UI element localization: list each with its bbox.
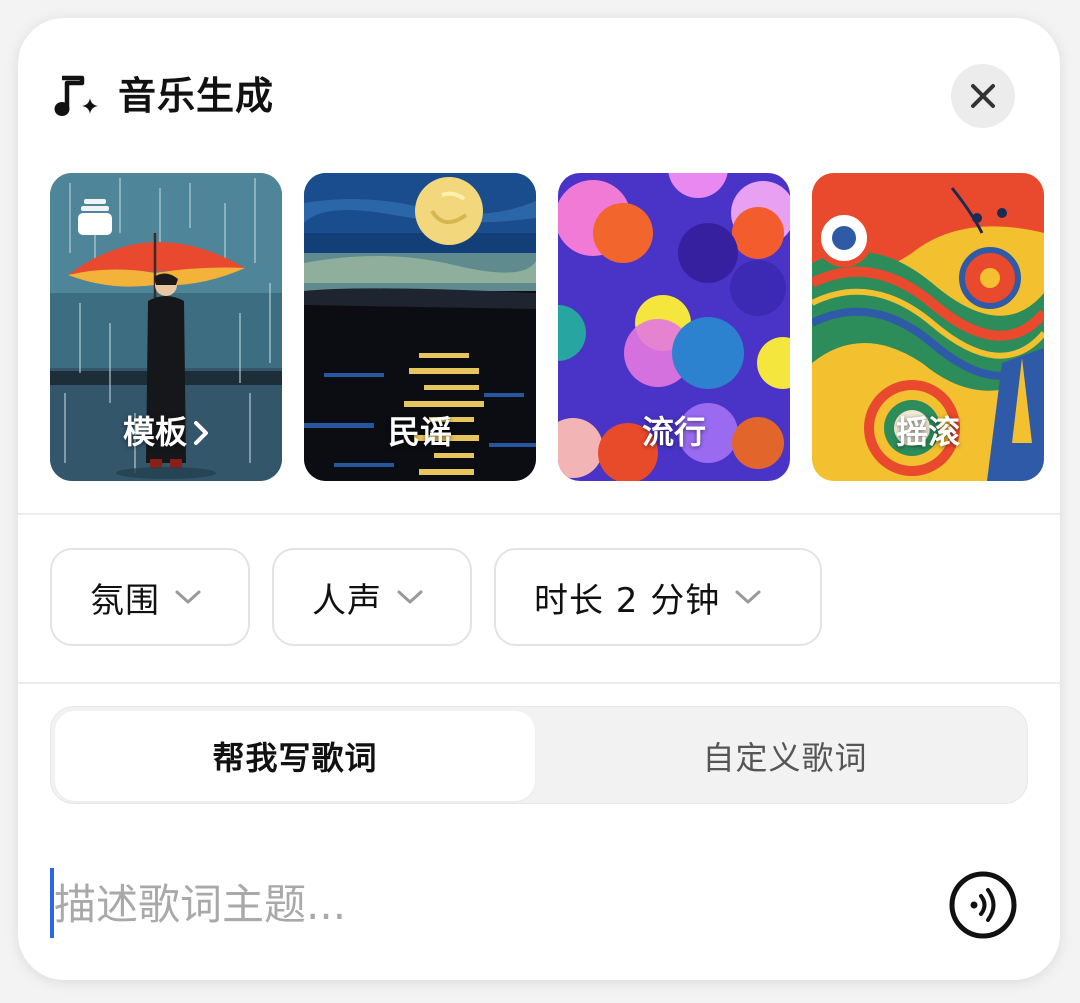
card-template-label: 模板 (122, 413, 187, 451)
mood-dropdown[interactable]: 氛围 (50, 548, 250, 646)
chevron-down-icon (735, 590, 761, 604)
divider (18, 513, 1060, 515)
card-folk[interactable]: 民谣 (304, 173, 536, 481)
header: 音乐生成 (18, 18, 1060, 168)
chevron-right-icon (193, 413, 209, 451)
tab-write-lyrics-for-me[interactable]: 帮我写歌词 (55, 711, 535, 801)
style-cards: 模板 民谣 流行 摇滚 (50, 173, 1060, 483)
page-title: 音乐生成 (118, 74, 275, 118)
close-button[interactable] (951, 64, 1015, 128)
card-template[interactable]: 模板 (50, 173, 282, 481)
music-generation-panel: 音乐生成 模板 民谣 流行 摇滚 氛围 人声 时长 2 分钟 帮我写歌词 自定义… (18, 18, 1060, 980)
card-rock-label: 摇滚 (895, 413, 960, 451)
tab-write-lyrics-label: 帮我写歌词 (212, 739, 378, 777)
tab-custom-lyrics[interactable]: 自定义歌词 (545, 711, 1025, 801)
mood-label: 氛围 (90, 580, 160, 621)
vocal-dropdown[interactable]: 人声 (272, 548, 472, 646)
card-pop-label: 流行 (641, 413, 706, 451)
duration-label: 时长 2 分钟 (534, 580, 721, 621)
tab-custom-lyrics-label: 自定义歌词 (702, 739, 868, 777)
divider (18, 682, 1060, 684)
card-folk-label: 民谣 (387, 413, 452, 451)
card-pop[interactable]: 流行 (558, 173, 790, 481)
lyric-theme-input[interactable] (54, 864, 914, 944)
close-icon (971, 84, 995, 108)
duration-dropdown[interactable]: 时长 2 分钟 (494, 548, 822, 646)
vocal-label: 人声 (312, 580, 382, 621)
lyrics-mode-toggle: 帮我写歌词 自定义歌词 (50, 706, 1028, 804)
card-rock[interactable]: 摇滚 (812, 173, 1044, 481)
voice-input-icon[interactable] (948, 870, 1018, 940)
chevron-down-icon (397, 590, 423, 604)
music-note-sparkle-icon (54, 75, 98, 116)
chevron-down-icon (175, 590, 201, 604)
stack-icon (78, 199, 112, 235)
